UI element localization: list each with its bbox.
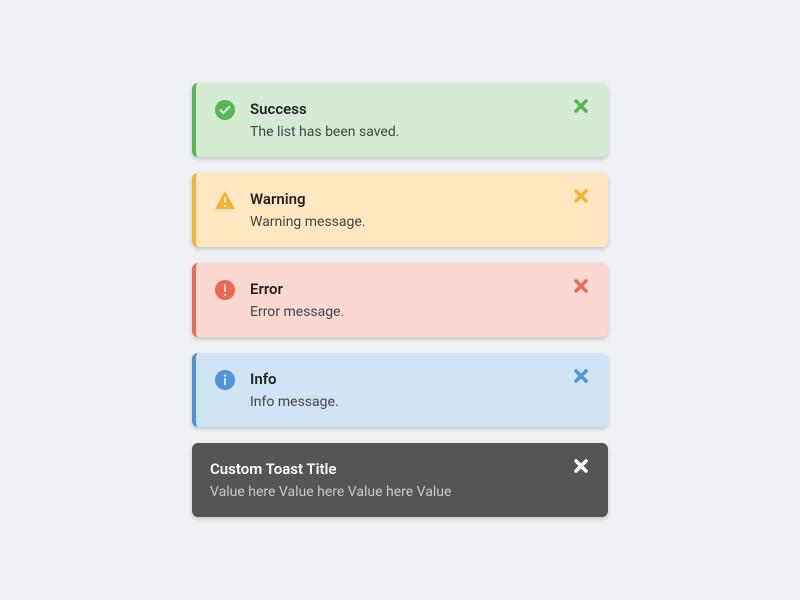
toast-info: Info Info message. bbox=[192, 353, 608, 427]
toast-error: Error Error message. bbox=[192, 263, 608, 337]
check-circle-icon bbox=[214, 99, 236, 121]
warning-triangle-icon bbox=[214, 189, 236, 211]
toast-title: Error bbox=[250, 279, 560, 299]
close-icon[interactable] bbox=[572, 97, 590, 115]
toast-success: Success The list has been saved. bbox=[192, 83, 608, 157]
toast-warning: Warning Warning message. bbox=[192, 173, 608, 247]
close-icon[interactable] bbox=[572, 277, 590, 295]
toast-title: Warning bbox=[250, 189, 560, 209]
toast-body: Error Error message. bbox=[250, 279, 560, 321]
toast-message: The list has been saved. bbox=[250, 123, 560, 141]
info-circle-icon bbox=[214, 369, 236, 391]
toast-body: Warning Warning message. bbox=[250, 189, 560, 231]
toast-body: Custom Toast Title Value here Value here… bbox=[210, 459, 560, 501]
close-icon[interactable] bbox=[572, 367, 590, 385]
toast-message: Warning message. bbox=[250, 213, 560, 231]
toast-custom: Custom Toast Title Value here Value here… bbox=[192, 443, 608, 517]
toast-message: Error message. bbox=[250, 303, 560, 321]
error-circle-icon bbox=[214, 279, 236, 301]
close-icon[interactable] bbox=[572, 187, 590, 205]
toast-body: Success The list has been saved. bbox=[250, 99, 560, 141]
close-icon[interactable] bbox=[572, 457, 590, 475]
toast-message: Value here Value here Value here Value bbox=[210, 483, 560, 501]
toast-title: Info bbox=[250, 369, 560, 389]
toast-title: Custom Toast Title bbox=[210, 459, 560, 479]
toast-body: Info Info message. bbox=[250, 369, 560, 411]
toast-stack: Success The list has been saved. Warning… bbox=[192, 83, 608, 517]
toast-title: Success bbox=[250, 99, 560, 119]
toast-message: Info message. bbox=[250, 393, 560, 411]
